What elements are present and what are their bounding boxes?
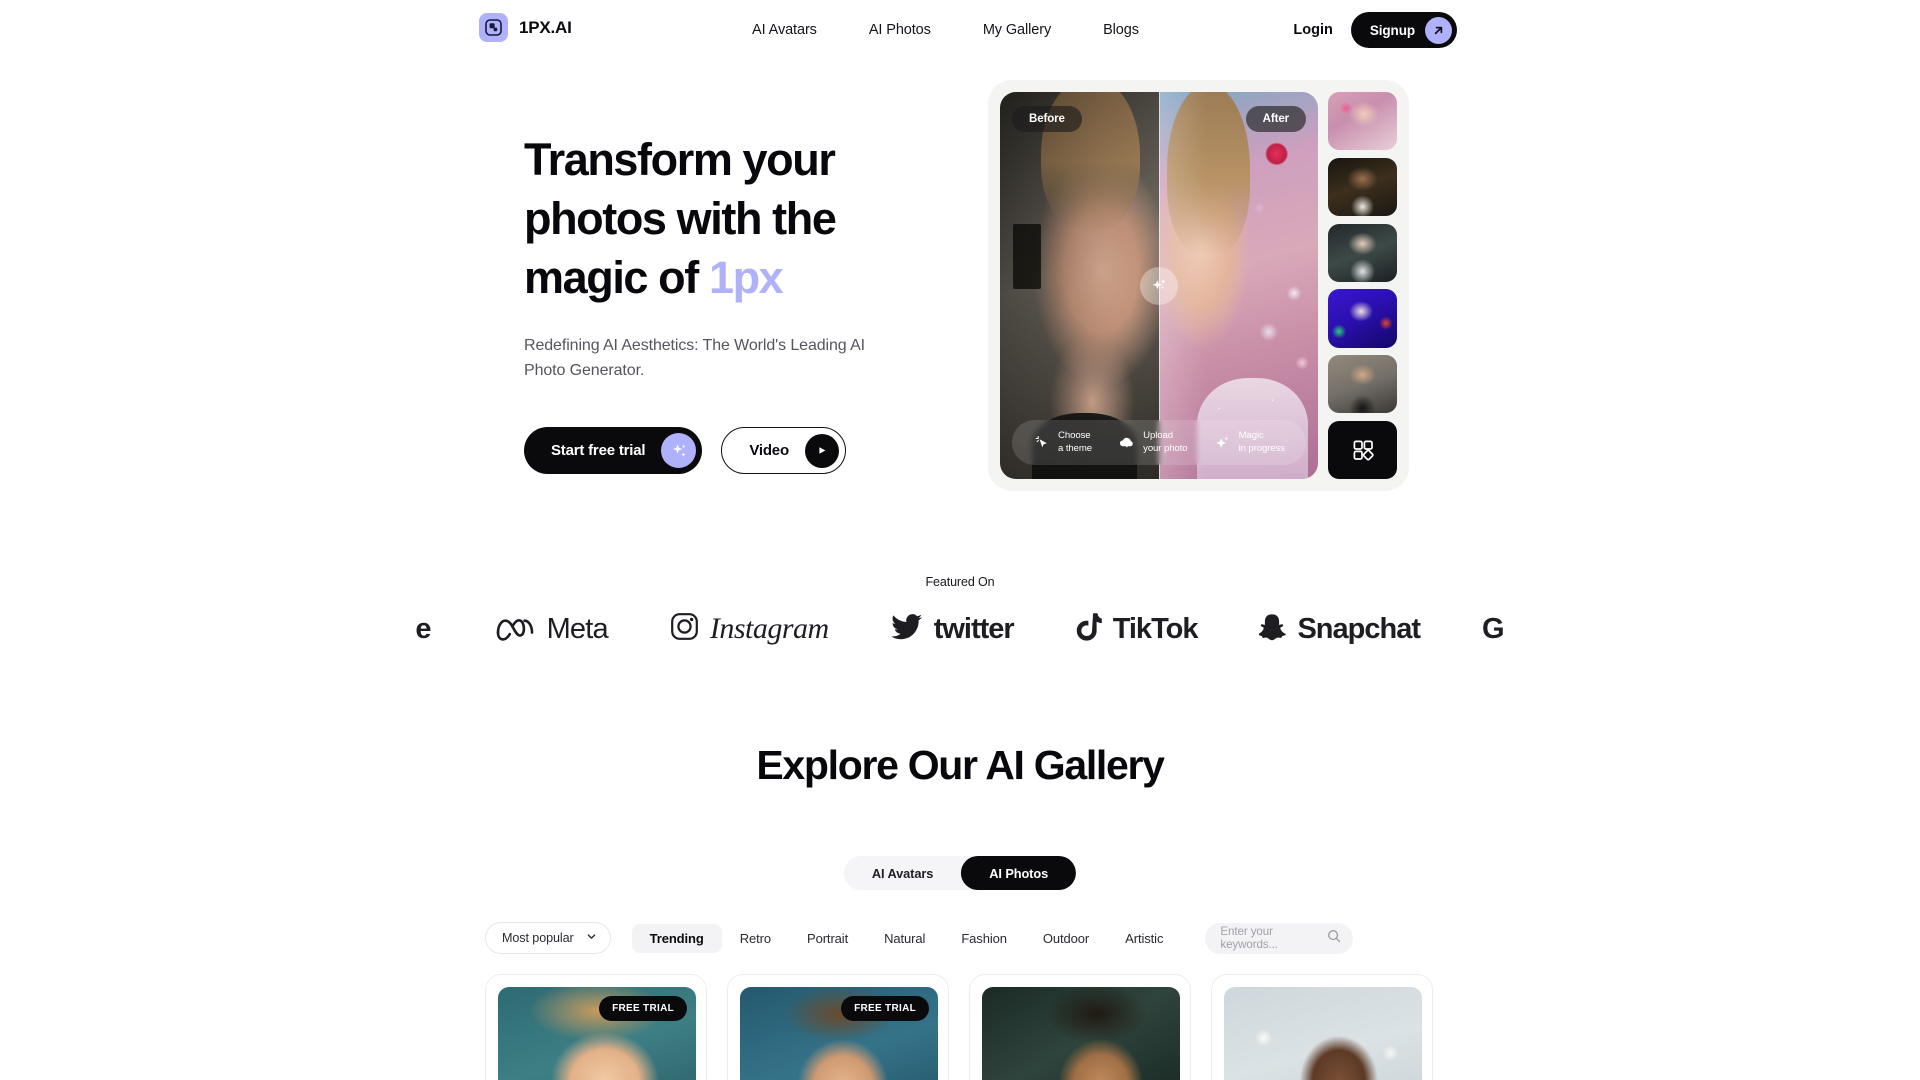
adobe-logo: e (415, 612, 432, 645)
category-trending[interactable]: Trending (631, 923, 722, 953)
thumbnail-neon-portrait[interactable] (1328, 289, 1397, 348)
brand-name: 1PX.AI (519, 17, 572, 37)
sparkle-icon (661, 433, 697, 468)
gallery-type-toggle: AI Avatars AI Photos (843, 856, 1077, 890)
hero-heading-line1: Transform your (524, 134, 836, 185)
nav-item-blogs[interactable]: Blogs (1103, 22, 1139, 38)
status-badge: FREE TRIAL (599, 996, 687, 1021)
gallery-filter-bar: Most popular Trending Retro Portrait Nat… (485, 917, 1365, 959)
hero-thumbnail-strip (1328, 92, 1397, 479)
auth-actions: Login Signup (1293, 0, 1457, 60)
meta-logo: Meta (494, 613, 609, 646)
card-image: FREE TRIAL (740, 987, 938, 1080)
hero-step-upload-photo: Upload your photo (1118, 430, 1188, 455)
featured-on-label: Featured On (925, 575, 995, 589)
category-portrait[interactable]: Portrait (789, 924, 866, 953)
hero-step-2-text: Upload your photo (1143, 430, 1188, 454)
card-image (982, 987, 1180, 1080)
thumbnail-golden-portrait[interactable] (1328, 157, 1397, 216)
hero-subheading: Redefining AI Aesthetics: The World's Le… (524, 337, 865, 379)
comparison-slider-handle[interactable] (1140, 266, 1178, 305)
grid-icon (1353, 440, 1374, 461)
before-chip: Before (1012, 106, 1082, 132)
gallery-card-floral-woman[interactable] (1211, 974, 1433, 1080)
sparkle-icon (1214, 434, 1232, 452)
before-after-comparison[interactable]: Before After Choose a theme Upload your … (1000, 92, 1318, 479)
chevron-down-icon (586, 931, 597, 945)
tiktok-note-icon (1076, 612, 1102, 647)
tab-ai-avatars[interactable]: AI Avatars (844, 856, 961, 890)
video-label: Video (749, 442, 789, 459)
sort-dropdown-value: Most popular (502, 931, 574, 945)
twitter-bird-icon (890, 613, 923, 646)
search-input[interactable]: Enter your keywords... (1205, 922, 1354, 954)
start-free-trial-button[interactable]: Start free trial (524, 427, 703, 474)
gallery-card-retro-blonde[interactable]: FREE TRIAL (485, 974, 707, 1080)
gallery-card-retro-man[interactable]: FREE TRIAL (727, 974, 949, 1080)
gallery-card-fantasy-man[interactable] (969, 974, 1191, 1080)
signup-label: Signup (1369, 22, 1415, 38)
hero-step-magic-progress: Magic in progress (1214, 430, 1285, 455)
snapchat-ghost-icon (1258, 613, 1287, 646)
video-button[interactable]: Video (721, 427, 846, 474)
gallery-title: Explore Our AI Gallery (756, 742, 1165, 788)
instagram-camera-icon (670, 612, 699, 646)
page-title: Transform your photos with the magic of … (524, 130, 944, 307)
hero-step-1-text: Choose a theme (1058, 430, 1093, 454)
hero-preview-card: Before After Choose a theme Upload your … (988, 80, 1409, 491)
card-image: FREE TRIAL (498, 987, 696, 1080)
card-image (1224, 987, 1422, 1080)
category-artistic[interactable]: Artistic (1107, 924, 1181, 953)
brand-logo[interactable]: 1PX.AI (479, 13, 572, 42)
start-free-trial-label: Start free trial (551, 442, 646, 459)
meta-infinity-icon (494, 613, 536, 646)
search-placeholder: Enter your keywords... (1220, 925, 1278, 951)
after-chip: After (1245, 106, 1306, 132)
thumbnail-more-grid[interactable] (1328, 420, 1397, 479)
signup-button[interactable]: Signup (1350, 12, 1457, 48)
nav-item-ai-photos[interactable]: AI Photos (869, 22, 931, 38)
sort-dropdown[interactable]: Most popular (485, 922, 611, 954)
category-natural[interactable]: Natural (866, 924, 943, 953)
cloud-upload-icon (1118, 434, 1136, 452)
arrow-up-right-icon (1425, 16, 1452, 44)
thumbnail-male-portrait[interactable] (1328, 355, 1397, 414)
login-link[interactable]: Login (1293, 22, 1332, 38)
hero-cta-group: Start free trial Video (524, 427, 944, 474)
hero-step-choose-theme: Choose a theme (1033, 430, 1092, 455)
instagram-logo: Instagram (670, 612, 829, 646)
landing-page: 1PX.AI AI Avatars AI Photos My Gallery B… (0, 0, 1920, 1080)
twitter-logo: twitter (890, 613, 1015, 646)
status-badge: FREE TRIAL (841, 996, 929, 1021)
logo-mark-icon (479, 13, 508, 42)
nav-item-my-gallery[interactable]: My Gallery (983, 22, 1051, 38)
play-icon (804, 433, 839, 468)
featured-logos-marquee: e Meta Instagram twitter TikTok Snapchat… (0, 598, 1920, 660)
snapchat-logo: Snapchat (1258, 613, 1421, 646)
thumbnail-bridal-portrait[interactable] (1328, 223, 1397, 282)
cursor-sparkle-icon (1033, 434, 1051, 452)
hero-text-block: Transform your photos with the magic of … (524, 130, 944, 474)
hero-heading-line3: magic of (524, 252, 709, 303)
category-fashion[interactable]: Fashion (943, 924, 1025, 953)
nav-item-ai-avatars[interactable]: AI Avatars (752, 22, 817, 38)
hero-step-3-text: Magic in progress (1238, 430, 1285, 454)
category-outdoor[interactable]: Outdoor (1025, 924, 1107, 953)
tiktok-logo: TikTok (1076, 612, 1198, 647)
google-logo: G (1482, 612, 1505, 645)
thumbnail-floral-portrait[interactable] (1328, 92, 1397, 151)
main-nav: AI Avatars AI Photos My Gallery Blogs (752, 0, 1139, 60)
category-filters: Trending Retro Portrait Natural Fashion … (631, 923, 1182, 953)
search-icon[interactable] (1327, 929, 1341, 948)
gallery-card-grid: FREE TRIAL FREE TRIAL (485, 974, 1435, 1080)
hero-heading-accent: 1px (708, 252, 784, 303)
hero-steps-bar: Choose a theme Upload your photo Magic i… (1012, 420, 1306, 465)
hero-heading-line2: photos with the (524, 193, 837, 244)
site-header: 1PX.AI AI Avatars AI Photos My Gallery B… (0, 0, 1920, 60)
tab-ai-photos[interactable]: AI Photos (961, 856, 1077, 890)
category-retro[interactable]: Retro (722, 924, 789, 953)
